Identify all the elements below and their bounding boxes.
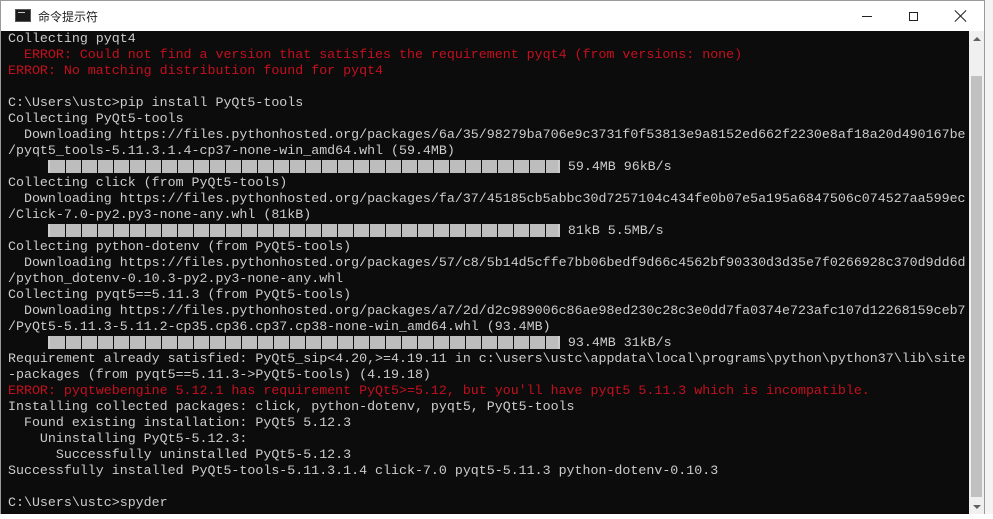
console-line: Downloading https://files.pythonhosted.o… xyxy=(8,303,966,318)
console-line: Installing collected packages: click, py… xyxy=(8,399,575,414)
minimize-button[interactable] xyxy=(844,1,890,31)
progress-bar-track xyxy=(49,160,558,173)
console-line: Collecting PyQt5-tools xyxy=(8,111,184,126)
console-line: /pyqt5_tools-5.11.3.1.4-cp37-none-win_am… xyxy=(8,143,455,158)
command-prompt-window: 命令提示符 Collecting pyqt4 ERROR: Could not … xyxy=(0,0,985,514)
background-desktop xyxy=(985,0,993,519)
console-icon xyxy=(15,9,31,22)
console-line: Downloading https://files.pythonhosted.o… xyxy=(8,191,966,206)
download-progress-bar xyxy=(47,159,560,175)
progress-status-text: 59.4MB 96kB/s xyxy=(559,159,672,174)
console-line: /python_dotenv-0.10.3-py2.py3-none-any.w… xyxy=(8,271,344,286)
vertical-scrollbar[interactable] xyxy=(969,31,984,514)
scroll-up-button[interactable] xyxy=(969,31,984,46)
console-line: C:\Users\ustc>pip install PyQt5-tools xyxy=(8,95,304,110)
console-line: Downloading https://files.pythonhosted.o… xyxy=(8,255,966,270)
console-line: Collecting pyqt4 xyxy=(8,31,136,46)
window-title: 命令提示符 xyxy=(38,10,99,24)
close-button[interactable] xyxy=(938,1,984,31)
console-line: Uninstalling PyQt5-5.12.3: xyxy=(8,431,248,446)
progress-indent xyxy=(8,223,48,238)
progress-line: 81kB 5.5MB/s xyxy=(8,223,966,239)
console-error-line: ERROR: No matching distribution found fo… xyxy=(8,63,384,78)
progress-status-text: 81kB 5.5MB/s xyxy=(559,223,664,238)
progress-bar-fill xyxy=(49,336,558,349)
progress-bar-right-edge xyxy=(557,336,560,349)
console-line: /Click-7.0-py2.py3-none-any.whl (81kB) xyxy=(8,207,312,222)
progress-bar-fill xyxy=(49,224,558,237)
background-desktop-bottom xyxy=(0,514,993,519)
progress-indent xyxy=(8,335,48,350)
console-line: -packages (from pyqt5==5.11.3->PyQt5-too… xyxy=(8,367,431,382)
console-error-line: ERROR: pyqtwebengine 5.12.1 has requirem… xyxy=(8,383,870,398)
console-output[interactable]: Collecting pyqt4 ERROR: Could not find a… xyxy=(1,31,969,514)
progress-indent xyxy=(8,159,48,174)
progress-line: 59.4MB 96kB/s xyxy=(8,159,966,175)
progress-line: 93.4MB 31kB/s xyxy=(8,335,966,351)
maximize-button[interactable] xyxy=(890,1,936,31)
console-line: Successfully installed PyQt5-tools-5.11.… xyxy=(8,463,719,478)
console-line: Found existing installation: PyQt5 5.12.… xyxy=(8,415,352,430)
scroll-up-arrow-icon xyxy=(972,36,981,41)
console-line: Downloading https://files.pythonhosted.o… xyxy=(8,127,966,142)
progress-bar-track xyxy=(49,224,558,237)
scroll-down-arrow-icon xyxy=(972,504,981,509)
console-error-line: ERROR: Could not find a version that sat… xyxy=(8,47,743,62)
minimize-icon xyxy=(862,15,872,17)
console-line: Collecting click (from PyQt5-tools) xyxy=(8,175,288,190)
progress-status-text: 93.4MB 31kB/s xyxy=(559,335,672,350)
console-line: Collecting pyqt5==5.11.3 (from PyQt5-too… xyxy=(8,287,352,302)
close-icon xyxy=(954,9,968,23)
scroll-down-button[interactable] xyxy=(969,499,984,514)
console-line: /PyQt5-5.11.3-5.11.2-cp35.cp36.cp37.cp38… xyxy=(8,319,551,334)
progress-bar-right-edge xyxy=(557,224,560,237)
console-line: Requirement already satisfied: PyQt5_sip… xyxy=(8,351,966,366)
progress-bar-right-edge xyxy=(557,160,560,173)
console-line: C:\Users\ustc>spyder xyxy=(8,495,168,510)
progress-bar-fill xyxy=(49,160,558,173)
console-line: Collecting python-dotenv (from PyQt5-too… xyxy=(8,239,352,254)
console-lines: Collecting pyqt4 ERROR: Could not find a… xyxy=(8,31,966,511)
title-bar[interactable]: 命令提示符 xyxy=(1,1,984,31)
console-line: Successfully uninstalled PyQt5-5.12.3 xyxy=(8,447,352,462)
download-progress-bar xyxy=(47,335,560,351)
maximize-icon xyxy=(908,11,918,21)
scroll-thumb[interactable] xyxy=(971,76,982,497)
progress-bar-track xyxy=(49,336,558,349)
download-progress-bar xyxy=(47,223,560,239)
